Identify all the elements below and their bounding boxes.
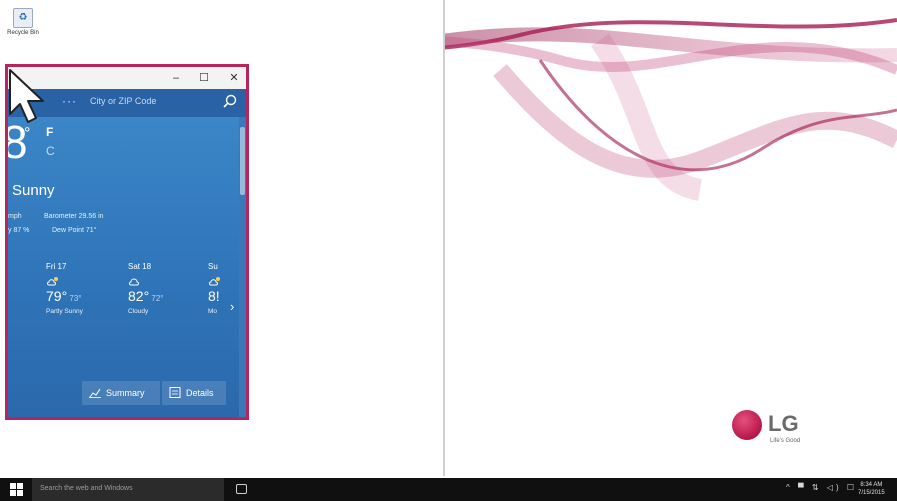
unit-fahrenheit-toggle[interactable]: F — [46, 125, 53, 139]
forecast-low: 72° — [151, 294, 164, 303]
taskbar-search-placeholder: Search the web and Windows — [40, 485, 133, 492]
lg-logo: LG Life's Good — [732, 408, 822, 452]
current-condition: Sunny — [12, 182, 55, 199]
barometer-value: Barometer 29.56 in — [44, 213, 104, 220]
current-conditions-panel: 8 ° F C Sunny mph Barometer 29.56 in y 8… — [8, 117, 242, 417]
mouse-pointer-icon — [9, 69, 44, 123]
recycle-bin-label: Recycle Bin — [7, 30, 39, 36]
desktop: ♻ Recycle Bin – ☐ ✕ ··· City or ZIP Code… — [0, 0, 897, 478]
details-button[interactable]: Details — [162, 381, 226, 405]
lg-logo-word: LG — [768, 411, 799, 436]
chart-icon — [89, 388, 101, 398]
minimize-button[interactable]: – — [166, 70, 186, 86]
system-tray-icons[interactable]: ^ ▀ ⇅ ◁) ☐ — [786, 483, 857, 492]
chevron-right-icon[interactable]: › — [230, 299, 234, 314]
lg-tagline: Life's Good — [770, 438, 801, 444]
forecast-day-name: Sat 18 — [128, 262, 152, 271]
recycle-bin-shortcut[interactable]: ♻ Recycle Bin — [4, 8, 42, 36]
dew-point-value: Dew Point 71° — [52, 227, 97, 234]
system-clock[interactable]: 8:34 AM 7/15/2015 — [858, 481, 885, 497]
lg-logo-mark — [732, 410, 762, 440]
partly-sunny-icon — [47, 277, 58, 286]
recycle-bin-icon: ♻ — [13, 8, 33, 28]
forecast-high: 82° — [128, 288, 150, 304]
taskbar: Search the web and Windows ^ ▀ ⇅ ◁) ☐ 8:… — [0, 478, 897, 501]
more-options-button[interactable]: ··· — [62, 94, 77, 108]
humidity-value: y 87 % — [8, 227, 30, 234]
scrollbar-thumb[interactable] — [240, 127, 245, 195]
unit-celsius-toggle[interactable]: C — [46, 144, 55, 158]
wind-value: mph — [8, 213, 22, 220]
partly-sunny-icon — [209, 277, 220, 286]
forecast-high: 79° — [46, 288, 68, 304]
windows-start-icon[interactable] — [10, 483, 23, 496]
forecast-description: Partly Sunny — [46, 308, 83, 315]
cloudy-icon — [129, 278, 139, 286]
forecast-description: Cloudy — [128, 308, 149, 315]
forecast-day-name: Fri 17 — [46, 262, 67, 271]
forecast-day[interactable]: Sat 18 82° 72° Cloudy — [128, 262, 188, 315]
forecast-day[interactable]: Su 8! Mo — [208, 262, 232, 315]
forecast-low: 73° — [69, 294, 82, 303]
taskbar-search-box[interactable]: Search the web and Windows — [32, 478, 224, 501]
maximize-button[interactable]: ☐ — [194, 70, 214, 86]
search-icon[interactable] — [222, 94, 238, 110]
scrollbar[interactable] — [239, 117, 246, 417]
forecast-high: 8! — [208, 288, 220, 304]
task-view-icon[interactable] — [236, 484, 247, 494]
degree-symbol: ° — [24, 125, 31, 142]
summary-button[interactable]: Summary — [82, 381, 160, 405]
forecast-day-name: Su — [208, 262, 218, 271]
forecast-day[interactable]: Fri 17 79° 73° Partly Sunny — [46, 262, 106, 315]
close-button[interactable]: ✕ — [224, 70, 244, 86]
clock-date: 7/15/2015 — [858, 490, 885, 496]
forecast-description: Mo — [208, 308, 218, 315]
clock-time: 8:34 AM — [860, 482, 883, 488]
summary-label: Summary — [106, 388, 145, 398]
city-search-input[interactable]: City or ZIP Code — [90, 96, 156, 106]
details-label: Details — [186, 388, 214, 398]
details-icon — [169, 387, 181, 398]
